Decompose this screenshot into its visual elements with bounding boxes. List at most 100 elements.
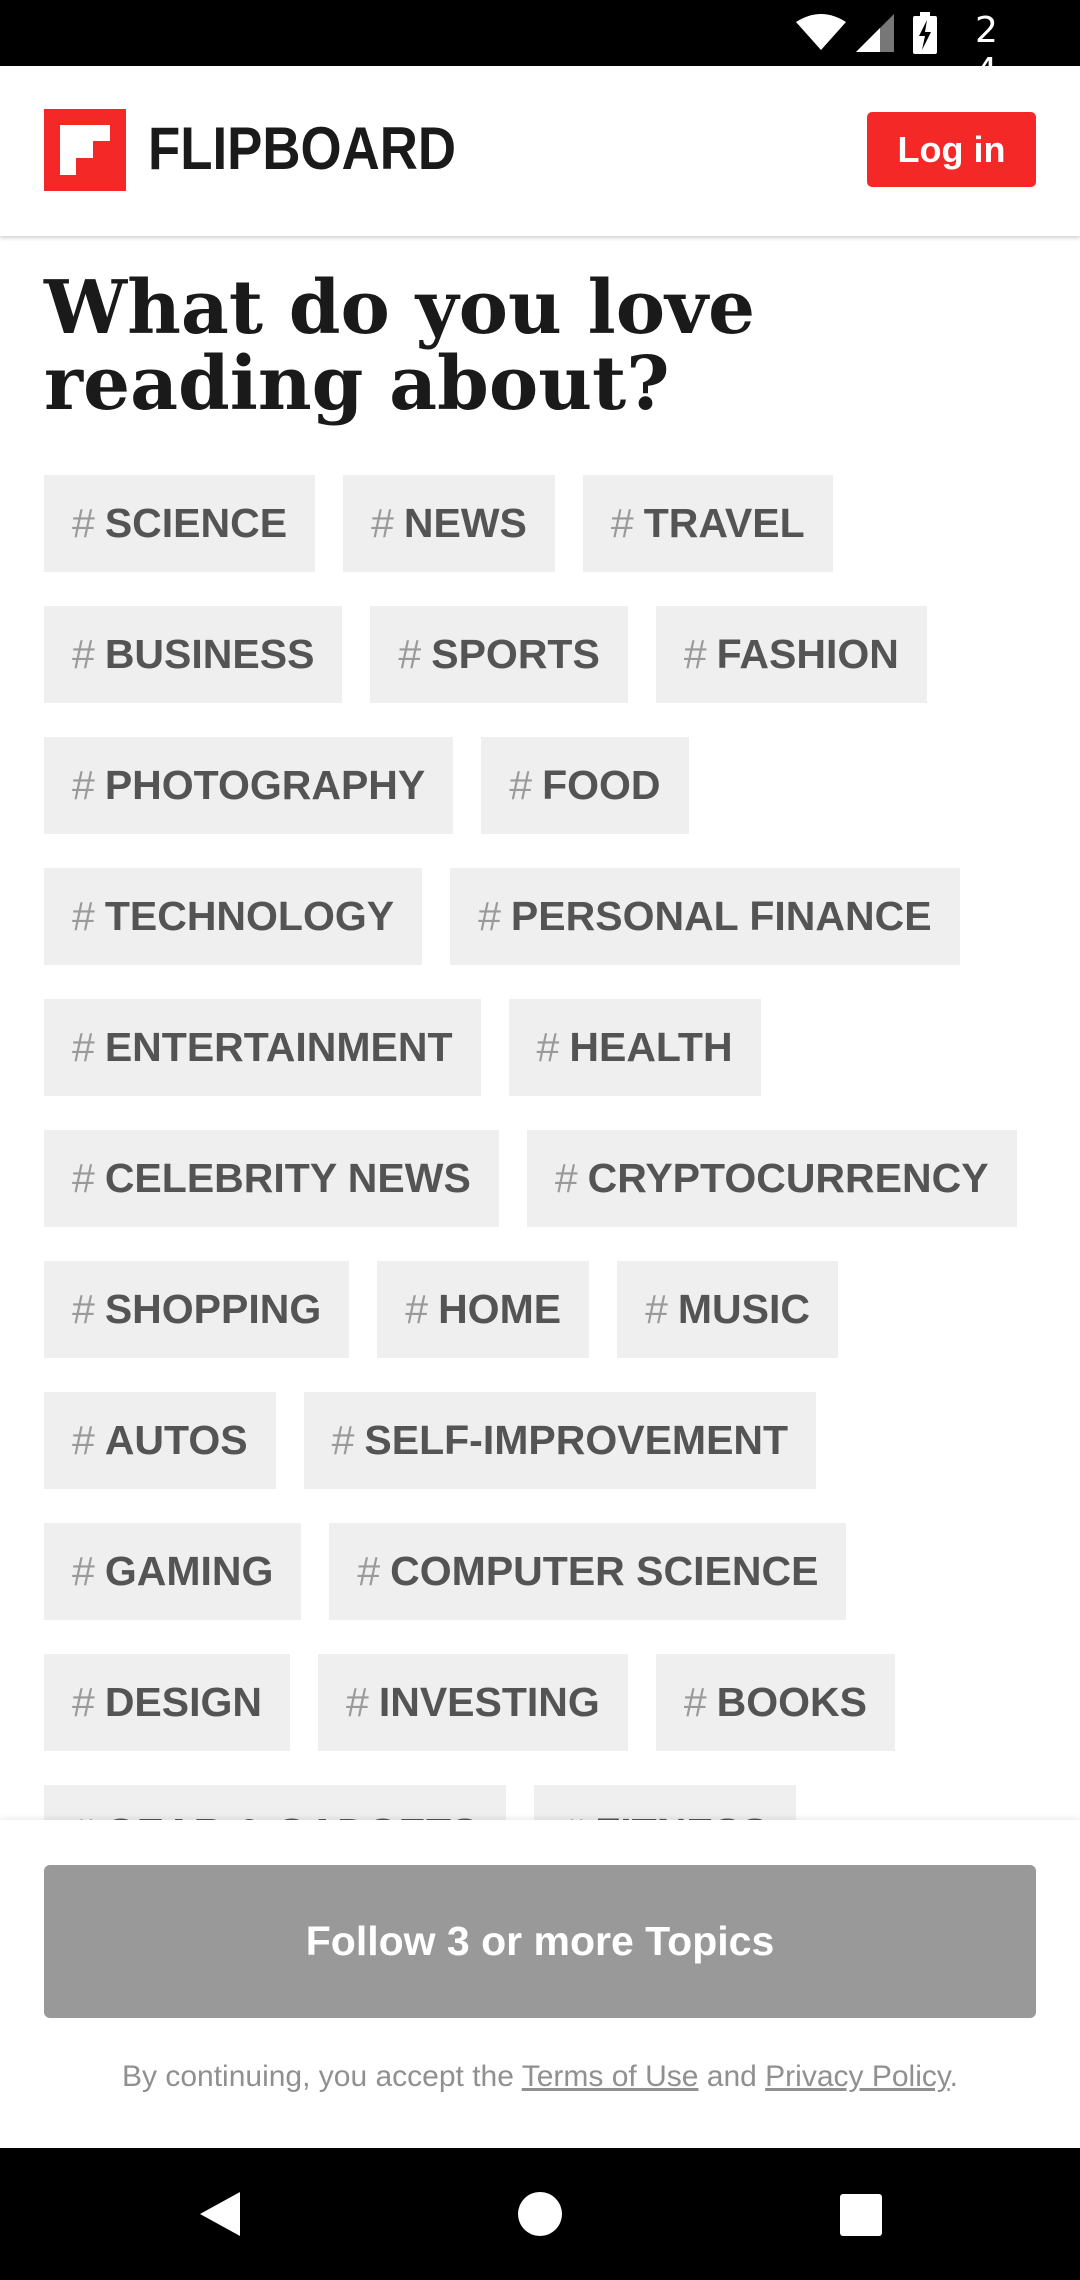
topic-chip[interactable]: # TRAVEL — [582, 475, 833, 572]
topic-list: # SCIENCE # NEWS # TRAVEL # BUSINESS # SPORTS # FAS… — [44, 475, 1044, 1820]
page-title: What do you love reading about? — [44, 270, 944, 422]
hashtag-icon: # — [478, 893, 501, 939]
system-nav-bar — [0, 2148, 1080, 2280]
topic-chip[interactable]: # HOME — [377, 1261, 590, 1358]
topic-label: SHOPPING — [104, 1286, 322, 1332]
topic-chip[interactable]: # FOOD — [481, 737, 689, 834]
topic-label: AUTOS — [104, 1417, 248, 1463]
hashtag-icon: # — [562, 1810, 585, 1820]
hashtag-icon: # — [683, 631, 707, 677]
topic-label: ENTERTAINMENT — [104, 1024, 453, 1070]
back-icon[interactable] — [200, 2192, 240, 2236]
topic-label: SELF-IMPROVEMENT — [364, 1417, 789, 1463]
topic-chip[interactable]: # ENTERTAINMENT — [44, 999, 481, 1096]
topic-chip[interactable]: # CELEBRITY NEWS — [44, 1130, 499, 1227]
topic-label: HOME — [438, 1286, 562, 1332]
hashtag-icon: # — [72, 1024, 95, 1070]
hashtag-icon: # — [72, 1286, 95, 1332]
topic-label: FOOD — [542, 762, 661, 808]
topic-label: SCIENCE — [104, 500, 288, 546]
hashtag-icon: # — [536, 1024, 560, 1070]
page-title-line1: What do you love — [44, 265, 756, 351]
topic-chip[interactable]: # FASHION — [655, 606, 927, 703]
topic-chip[interactable]: # AUTOS — [44, 1392, 276, 1489]
hashtag-icon: # — [72, 1417, 95, 1463]
topic-chip[interactable]: # SPORTS — [370, 606, 628, 703]
privacy-policy-link[interactable]: Privacy Policy — [765, 2060, 949, 2093]
topic-chip[interactable]: # BUSINESS — [44, 606, 343, 703]
topic-label: NEWS — [403, 500, 527, 546]
page-title-line2: reading about? — [44, 341, 670, 427]
hashtag-icon: # — [683, 1679, 707, 1725]
topic-chip[interactable]: # INVESTING — [318, 1654, 628, 1751]
topic-chip[interactable]: # SELF-IMPROVEMENT — [303, 1392, 817, 1489]
topic-label: PERSONAL FINANCE — [510, 893, 932, 939]
topic-chip[interactable]: # SHOPPING — [44, 1261, 350, 1358]
topic-chip[interactable]: # PERSONAL FINANCE — [450, 868, 960, 965]
hashtag-icon: # — [72, 1548, 95, 1594]
topic-chip[interactable]: # HEALTH — [508, 999, 761, 1096]
topic-label: HEALTH — [569, 1024, 733, 1070]
hashtag-icon: # — [554, 1155, 578, 1201]
topic-chip[interactable]: # GAMING — [44, 1523, 302, 1620]
battery-charging-icon — [913, 12, 937, 54]
hashtag-icon: # — [405, 1286, 429, 1332]
bottom-panel: Follow 3 or more Topics By continuing, y… — [0, 1820, 1080, 2148]
topic-chip[interactable]: # PHOTOGRAPHY — [44, 737, 454, 834]
topic-label: GAMING — [104, 1548, 274, 1594]
login-button[interactable]: Log in — [867, 112, 1036, 187]
hashtag-icon: # — [610, 500, 634, 546]
flipboard-logo-icon — [44, 109, 126, 191]
topic-label: CELEBRITY NEWS — [104, 1155, 471, 1201]
topic-label: TRAVEL — [643, 500, 805, 546]
signal-icon — [856, 14, 894, 52]
hashtag-icon: # — [398, 631, 422, 677]
topic-chip[interactable]: # FITNESS — [534, 1785, 797, 1820]
topic-label: TECHNOLOGY — [104, 893, 395, 939]
topic-chip[interactable]: # DESIGN — [44, 1654, 291, 1751]
topic-label: PHOTOGRAPHY — [104, 762, 426, 808]
hashtag-icon: # — [346, 1679, 369, 1725]
topic-chip[interactable]: # NEWS — [343, 475, 555, 572]
terms-of-use-link[interactable]: Terms of Use — [522, 2060, 699, 2093]
topic-chip[interactable]: # CRYPTOCURRENCY — [526, 1130, 1017, 1227]
hashtag-icon: # — [72, 1679, 95, 1725]
topic-label: BOOKS — [716, 1679, 867, 1725]
app-header: FLIPBOARD Log in — [0, 66, 1080, 236]
hashtag-icon: # — [72, 500, 95, 546]
topic-chip[interactable]: # SCIENCE — [44, 475, 316, 572]
topic-label: BUSINESS — [104, 631, 315, 677]
topic-label: COMPUTER SCIENCE — [390, 1548, 819, 1594]
hashtag-icon: # — [645, 1286, 668, 1332]
legal-suffix: . — [949, 2060, 958, 2093]
hashtag-icon: # — [72, 762, 95, 808]
status-bar: 2 4 — [0, 0, 1080, 92]
topic-chip[interactable]: # MUSIC — [617, 1261, 838, 1358]
topic-chip[interactable]: # BOOKS — [655, 1654, 895, 1751]
follow-topics-button[interactable]: Follow 3 or more Topics — [44, 1865, 1036, 2018]
hashtag-icon: # — [371, 500, 394, 546]
wifi-icon — [796, 14, 846, 50]
hashtag-icon: # — [72, 893, 95, 939]
home-icon[interactable] — [518, 2192, 562, 2236]
logo-text: FLIPBOARD — [148, 115, 456, 182]
topic-label: SPORTS — [431, 631, 600, 677]
topic-chip[interactable]: # TECHNOLOGY — [44, 868, 423, 965]
topic-label: FASHION — [716, 631, 899, 677]
topic-chip[interactable]: # GEAR & GADGETS — [44, 1785, 507, 1820]
hashtag-icon: # — [357, 1548, 381, 1594]
topic-label: DESIGN — [104, 1679, 263, 1725]
hashtag-icon: # — [72, 1810, 95, 1820]
hashtag-icon: # — [72, 631, 95, 677]
topic-label: INVESTING — [378, 1679, 600, 1725]
recents-icon[interactable] — [840, 2194, 882, 2236]
legal-text: By continuing, you accept the Terms of U… — [0, 2060, 1080, 2094]
legal-prefix: By continuing, you accept the — [122, 2060, 522, 2093]
hashtag-icon: # — [509, 762, 533, 808]
legal-middle: and — [698, 2060, 766, 2093]
topic-chip[interactable]: # COMPUTER SCIENCE — [329, 1523, 847, 1620]
topic-label: FITNESS — [595, 1810, 768, 1820]
hashtag-icon: # — [331, 1417, 355, 1463]
topic-label: CRYPTOCURRENCY — [587, 1155, 989, 1201]
topic-label: MUSIC — [677, 1286, 810, 1332]
